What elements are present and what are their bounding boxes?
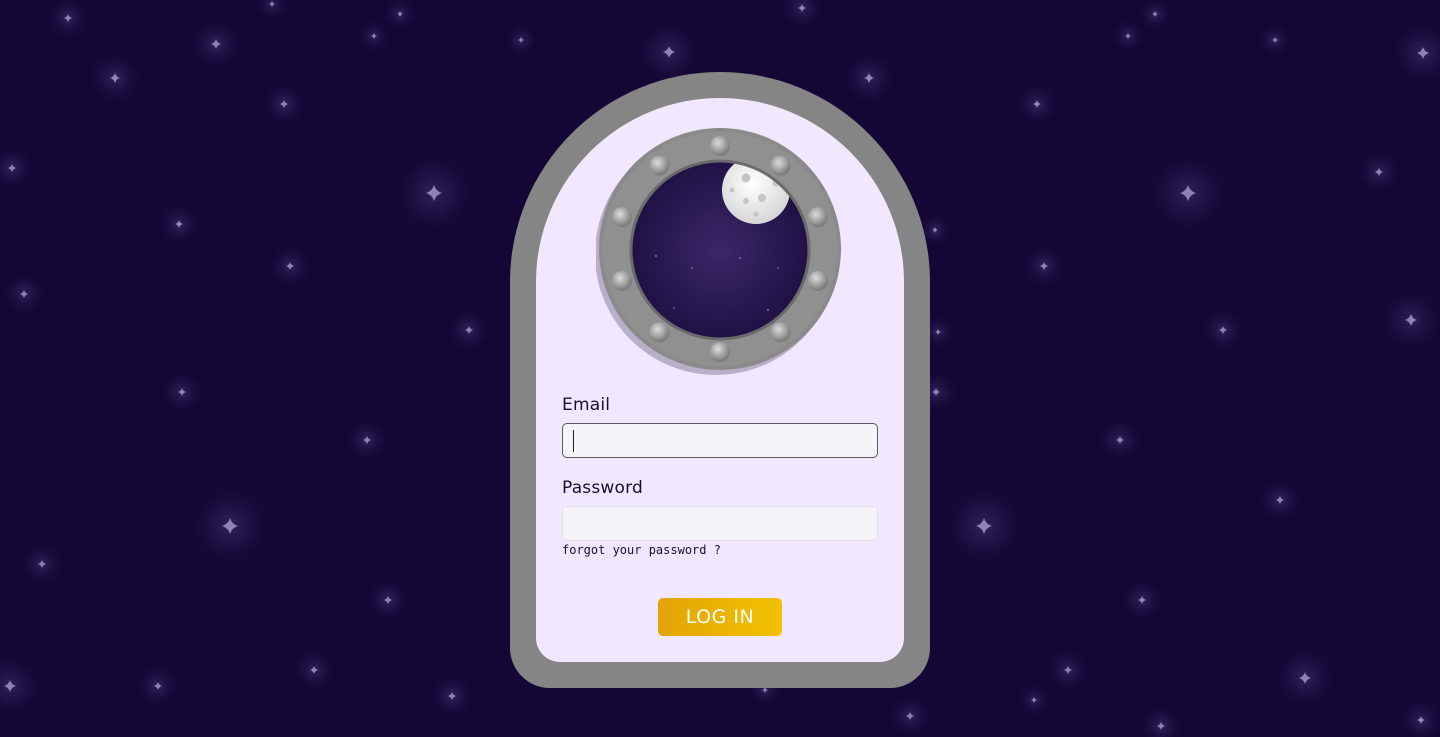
bolt-icon <box>649 322 670 343</box>
forgot-password-link[interactable]: forgot your password ? <box>562 543 721 557</box>
password-label: Password <box>562 478 644 498</box>
bolt-icon <box>710 342 730 362</box>
bolt-icon <box>770 322 791 343</box>
bolt-icon <box>612 207 633 228</box>
email-label: Email <box>562 395 611 415</box>
bolt-icon <box>807 207 828 228</box>
login-button[interactable]: LOG IN <box>658 598 782 636</box>
bolt-icon <box>807 270 828 291</box>
bolt-icon <box>612 270 633 291</box>
text-caret <box>573 430 574 452</box>
bolt-icon <box>649 155 670 176</box>
password-field[interactable] <box>562 506 878 541</box>
porthole-window-icon <box>596 128 841 375</box>
email-field[interactable] <box>562 423 878 458</box>
bolt-icon <box>710 136 730 156</box>
bolt-icon <box>770 155 791 176</box>
